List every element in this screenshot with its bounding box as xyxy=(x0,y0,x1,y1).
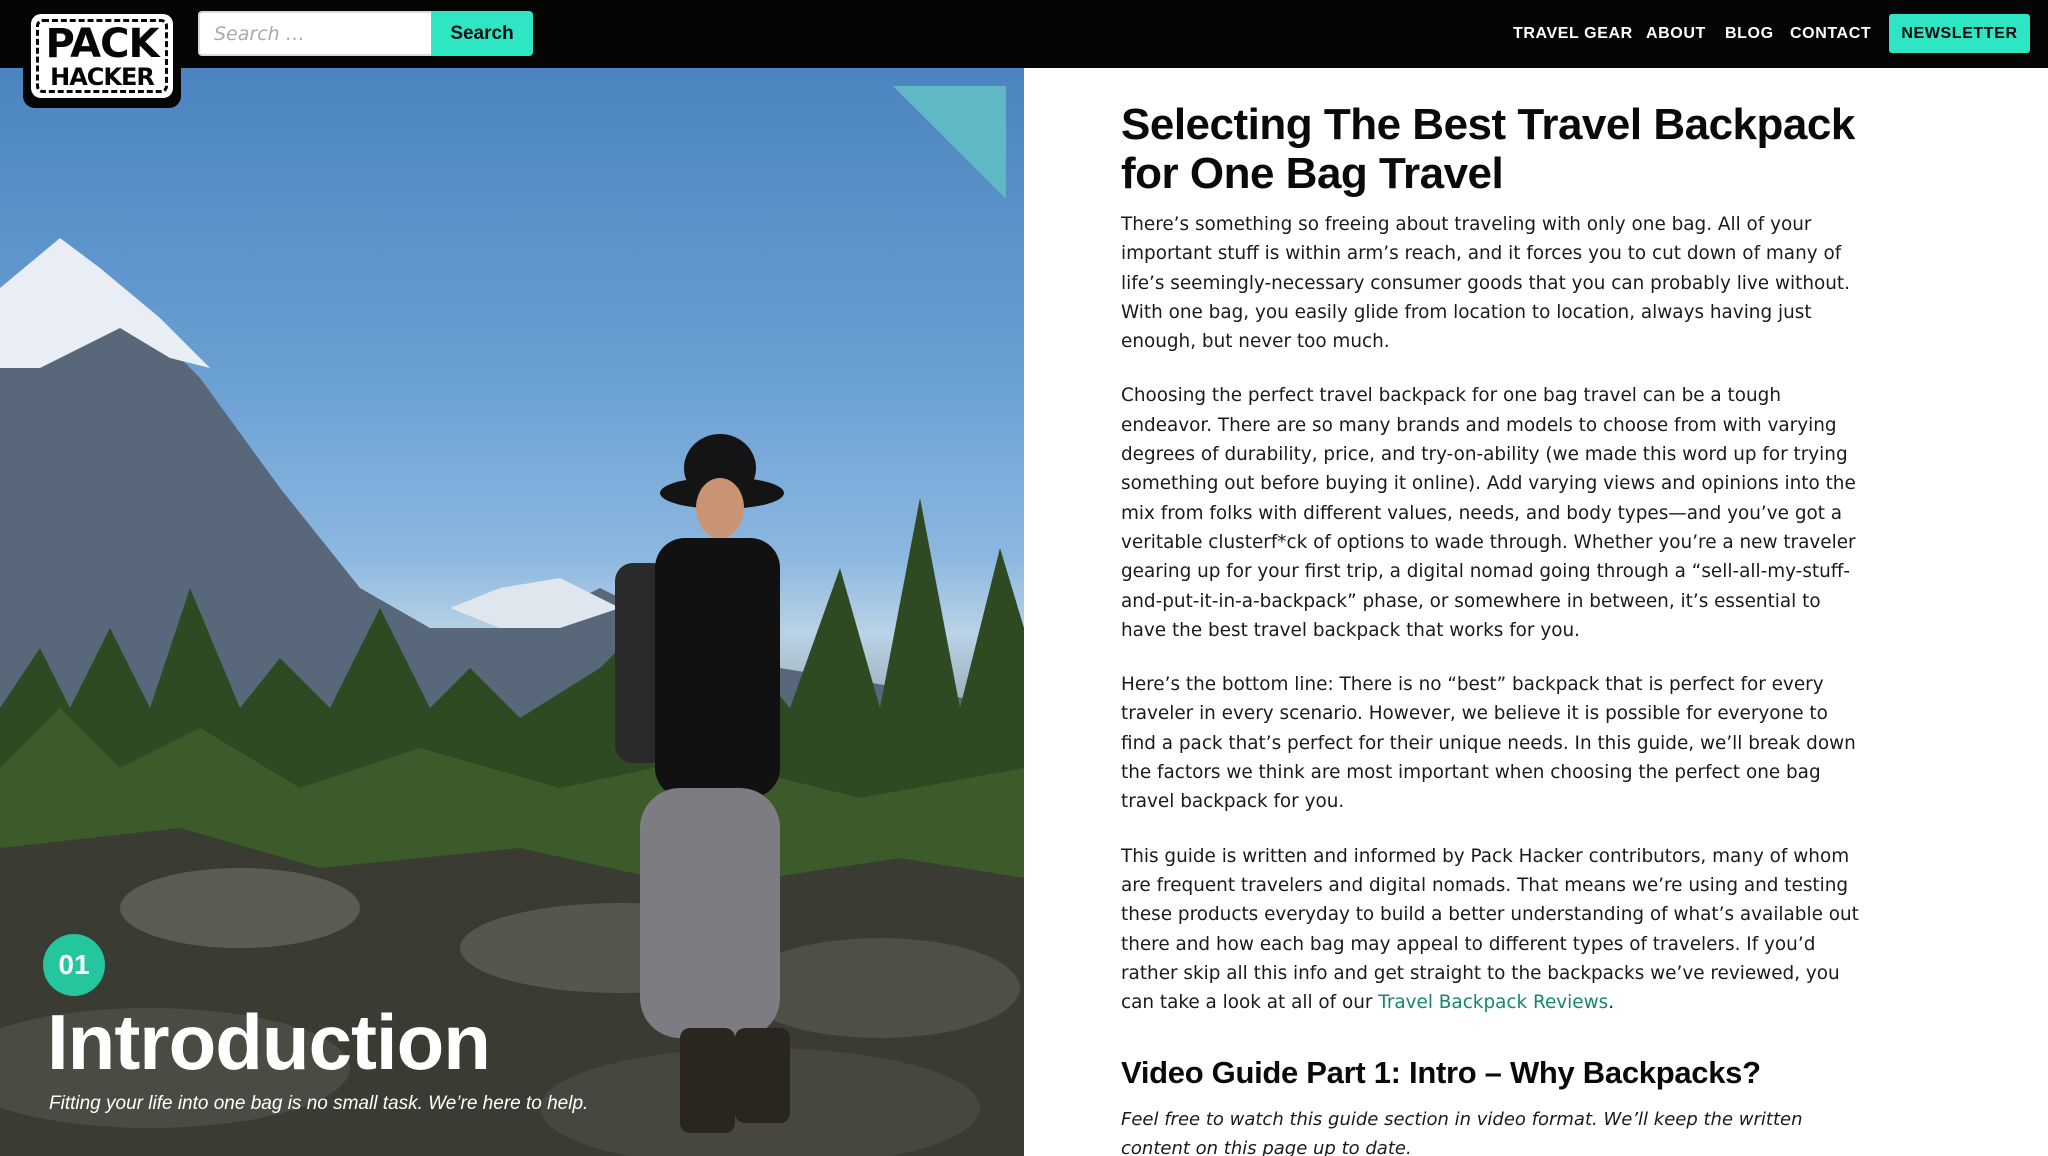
nav-blog-link[interactable]: BLOG xyxy=(1725,0,1774,68)
nav-contact-link[interactable]: CONTACT xyxy=(1790,0,1871,68)
corner-accent-triangle xyxy=(893,86,1006,199)
article-paragraph: This guide is written and informed by Pa… xyxy=(1121,842,1861,1018)
travel-backpack-reviews-link[interactable]: Travel Backpack Reviews xyxy=(1378,992,1608,1013)
video-guide-heading: Video Guide Part 1: Intro – Why Backpack… xyxy=(1121,1055,1761,1091)
logo-text-hacker: HACKER xyxy=(50,62,155,91)
article-title: Selecting The Best Travel Backpack for O… xyxy=(1121,100,1855,198)
section-title: Introduction xyxy=(47,998,491,1086)
section-number-badge: 01 xyxy=(43,934,105,996)
hero-landscape-illustration xyxy=(0,238,1024,1156)
hero-image xyxy=(0,68,1024,1156)
nav-travel-gear-link[interactable]: TRAVEL GEAR xyxy=(1513,0,1633,68)
paragraph-text: This guide is written and informed by Pa… xyxy=(1121,845,1859,1014)
video-guide-note: Feel free to watch this guide section in… xyxy=(1121,1109,1803,1156)
newsletter-button[interactable]: NEWSLETTER xyxy=(1889,14,2030,53)
logo-badge: PACK HACKER xyxy=(31,14,173,98)
article-paragraph: Here’s the bottom line: There is no “bes… xyxy=(1121,674,1856,813)
search-input[interactable] xyxy=(198,11,432,56)
article-content: Selecting The Best Travel Backpack for O… xyxy=(1121,100,1861,1156)
top-nav-bar: Search TRAVEL GEAR ABOUT BLOG CONTACT NE… xyxy=(0,0,2048,68)
paragraph-text-end: . xyxy=(1608,992,1615,1014)
nav-about-link[interactable]: ABOUT xyxy=(1646,0,1706,68)
pack-hacker-logo[interactable]: PACK HACKER xyxy=(23,8,181,108)
section-subtitle: Fitting your life into one bag is no sma… xyxy=(49,1093,589,1114)
article-paragraph: Choosing the perfect travel backpack for… xyxy=(1121,385,1856,641)
article-paragraph: There’s something so freeing about trave… xyxy=(1121,214,1850,353)
logo-text-pack: PACK xyxy=(45,20,160,67)
search-button[interactable]: Search xyxy=(431,11,533,56)
